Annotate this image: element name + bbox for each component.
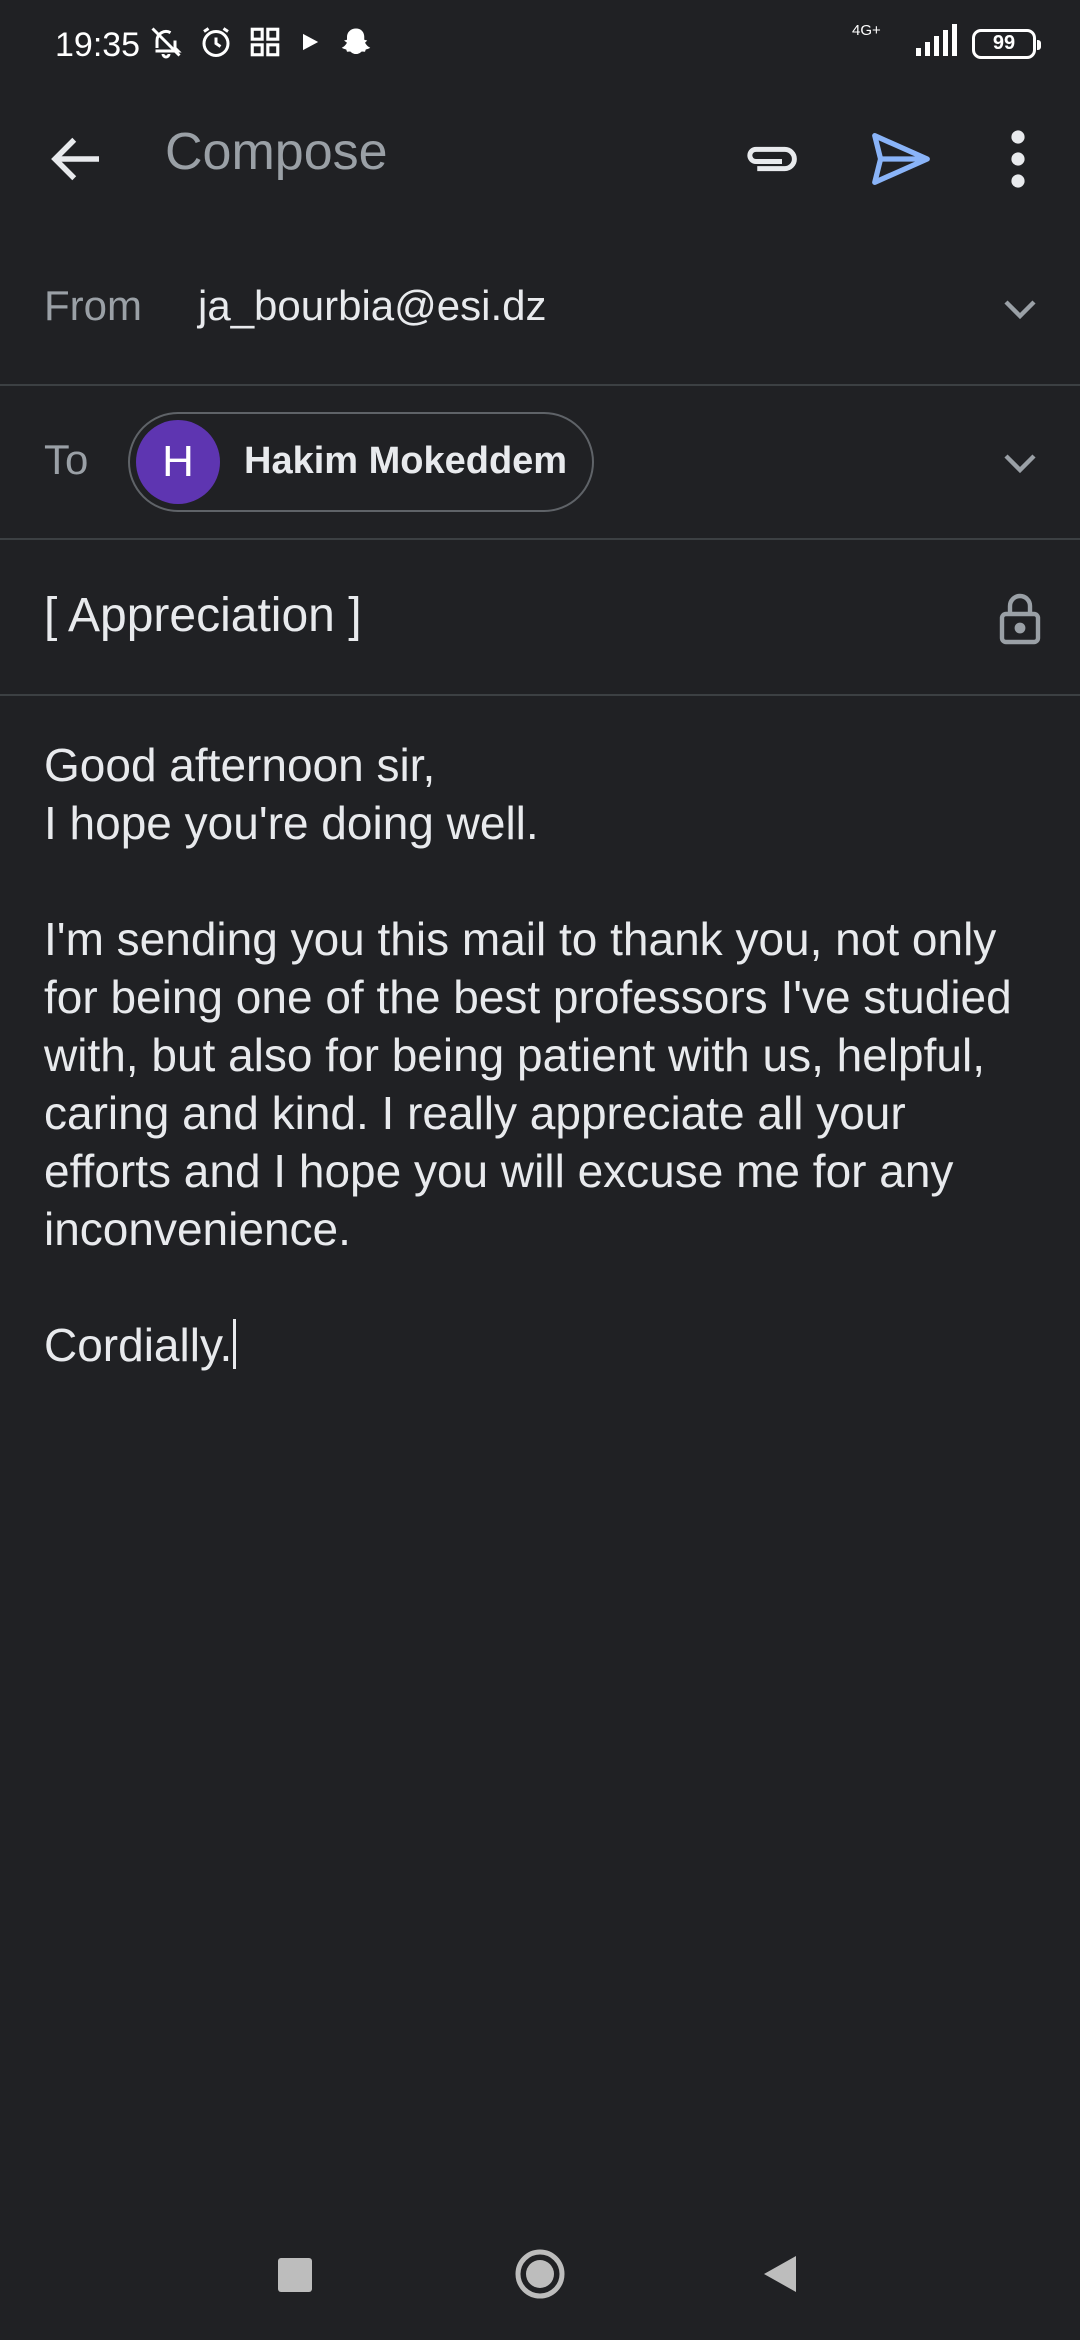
body-greeting: Good afternoon sir, bbox=[44, 739, 436, 791]
subject-row[interactable]: [ Appreciation ] bbox=[0, 540, 1080, 696]
system-nav-bar bbox=[0, 2208, 1080, 2340]
snapchat-icon bbox=[341, 28, 371, 54]
battery-icon: 99 bbox=[972, 28, 1041, 59]
arrow-back-icon[interactable] bbox=[44, 126, 110, 192]
subject-field[interactable]: [ Appreciation ] bbox=[44, 588, 362, 643]
signal-icon bbox=[916, 24, 957, 56]
network-type: 4G+ bbox=[852, 22, 881, 39]
home-circle-icon[interactable] bbox=[514, 2248, 566, 2300]
qr-grid-icon bbox=[250, 27, 280, 57]
to-label: To bbox=[44, 436, 89, 483]
avatar: H bbox=[136, 420, 220, 504]
play-icon bbox=[303, 33, 319, 51]
text-cursor bbox=[233, 1319, 237, 1369]
recipient-chip[interactable]: H Hakim Mokeddem bbox=[128, 412, 594, 512]
page-title: Compose bbox=[165, 123, 388, 181]
body-paragraph: I'm sending you this mail to thank you, … bbox=[44, 913, 1012, 1255]
lock-icon[interactable] bbox=[996, 590, 1044, 646]
alarm-icon bbox=[202, 27, 230, 57]
send-icon[interactable] bbox=[866, 124, 936, 194]
from-label: From bbox=[44, 282, 142, 329]
body-closing-line: Cordially. bbox=[44, 1316, 1044, 1374]
to-row[interactable]: To H Hakim Mokeddem bbox=[0, 386, 1080, 540]
status-time: 19:35 bbox=[55, 26, 141, 64]
chevron-down-icon[interactable] bbox=[996, 438, 1044, 486]
body-line: I hope you're doing well. bbox=[44, 797, 539, 849]
status-system-icons: 4G+ 99 bbox=[852, 22, 1041, 63]
chevron-down-icon[interactable] bbox=[996, 284, 1044, 332]
more-vert-icon[interactable] bbox=[1000, 126, 1036, 192]
bell-off-icon bbox=[151, 27, 182, 59]
message-body[interactable]: Good afternoon sir, I hope you're doing … bbox=[44, 736, 1044, 1374]
battery-level: 99 bbox=[992, 32, 1016, 54]
status-notification-icons bbox=[148, 24, 374, 60]
from-row[interactable]: From ja_bourbia@esi.dz bbox=[0, 230, 1080, 386]
back-triangle-icon[interactable] bbox=[760, 2252, 800, 2296]
recipient-name: Hakim Mokeddem bbox=[244, 440, 568, 482]
compose-toolbar: Compose bbox=[0, 96, 1080, 212]
avatar-initial: H bbox=[162, 437, 194, 486]
status-bar: 19:35 4G+ 99 bbox=[0, 0, 1080, 96]
recents-square-icon[interactable] bbox=[278, 2258, 312, 2292]
from-account[interactable]: ja_bourbia@esi.dz bbox=[198, 282, 547, 330]
body-closing: Cordially. bbox=[44, 1319, 233, 1371]
attach-icon[interactable] bbox=[738, 126, 804, 192]
